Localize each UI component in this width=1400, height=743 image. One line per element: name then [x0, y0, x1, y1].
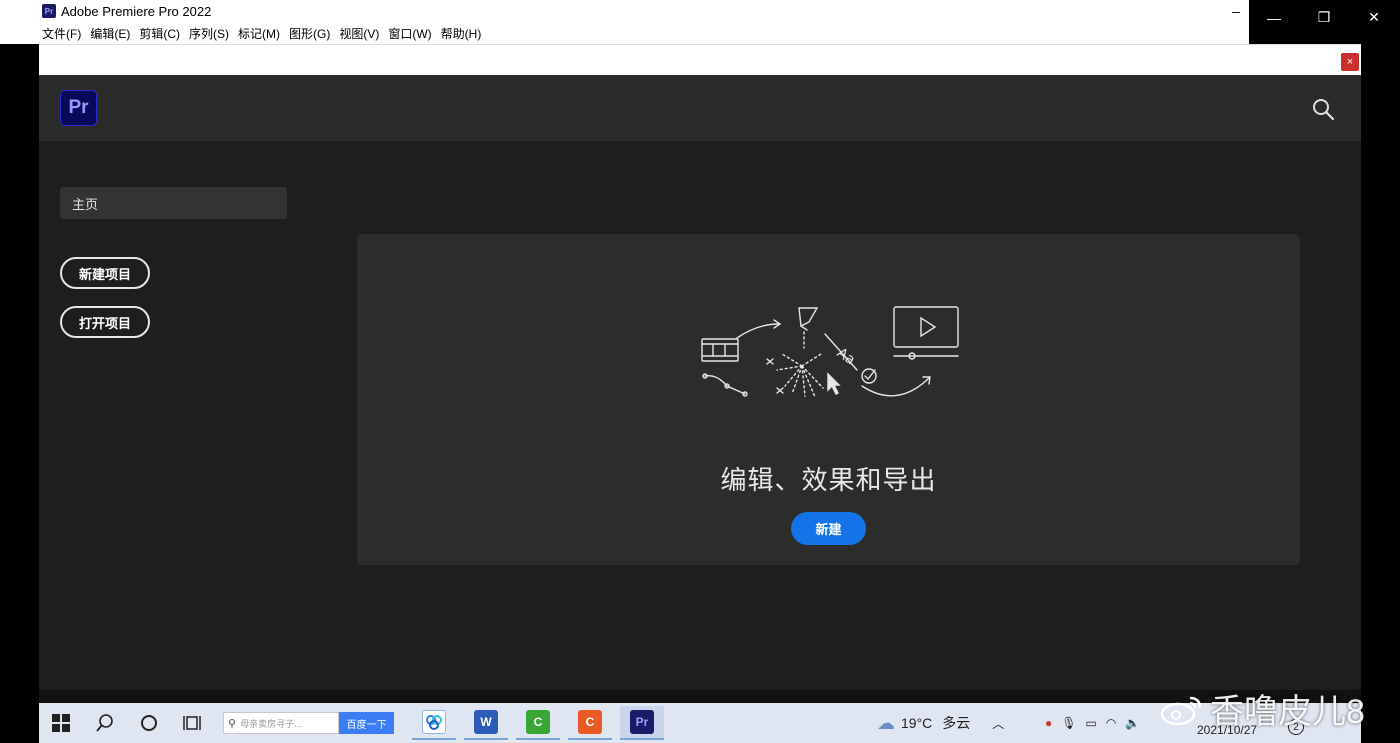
menu-help[interactable]: 帮助(H) [441, 25, 482, 42]
weibo-logo-icon [1160, 696, 1202, 725]
windows-start-icon[interactable] [39, 703, 83, 743]
minimize-button[interactable]: — [1249, 0, 1299, 35]
menu-clip[interactable]: 剪辑(C) [139, 25, 180, 42]
taskbar-camtasia-orange[interactable]: C [568, 706, 612, 740]
notice-strip: × [39, 44, 1361, 75]
weather-temperature: 19°C [901, 715, 933, 731]
c-app-green-icon: C [526, 710, 550, 734]
network-status-icon[interactable]: ● [1045, 716, 1052, 730]
weather-description: 多云 [942, 715, 971, 731]
sidebar-item-home[interactable]: 主页 [60, 187, 287, 219]
new-button[interactable]: 新建 [791, 512, 866, 545]
open-project-button[interactable]: 打开项目 [60, 306, 150, 338]
close-button[interactable]: ✕ [1349, 0, 1399, 35]
wifi-icon[interactable]: ◠ [1106, 716, 1116, 730]
magnifier-icon: ⚲ [228, 717, 237, 730]
microphone-icon[interactable]: 🎙 [1061, 716, 1076, 730]
cortana-icon[interactable] [127, 703, 171, 743]
menu-bar: 文件(F) 编辑(E) 剪辑(C) 序列(S) 标记(M) 图形(G) 视图(V… [0, 22, 1249, 44]
strip-close-button[interactable]: × [1341, 53, 1359, 71]
menu-edit[interactable]: 编辑(E) [90, 25, 130, 42]
title-bar: Pr Adobe Premiere Pro 2022 – [0, 0, 1249, 22]
restore-button[interactable]: ❐ [1299, 0, 1349, 35]
volume-icon[interactable]: 🔈 [1125, 716, 1140, 730]
taskbar-camtasia-green[interactable]: C [516, 706, 560, 740]
cloud-app-icon [422, 710, 446, 734]
menu-markers[interactable]: 标记(M) [238, 25, 280, 42]
card-heading: 编辑、效果和导出 [720, 465, 937, 495]
word-icon: W [474, 710, 498, 734]
watermark-text: 香噜皮儿8 [1210, 693, 1365, 731]
c-app-orange-icon: C [578, 710, 602, 734]
window-controls: — ❐ ✕ [1249, 0, 1400, 35]
home-screen: Pr 主页 新建项目 打开项目 Aa 编辑、效果和导出 新建 [39, 75, 1361, 703]
taskbar-word[interactable]: W [464, 706, 508, 740]
taskbar-baidu-netdisk[interactable] [412, 706, 456, 740]
cloud-icon: ☁ [877, 712, 895, 733]
menu-window[interactable]: 窗口(W) [388, 25, 431, 42]
task-view-icon[interactable] [171, 703, 215, 743]
premiere-taskbar-icon: Pr [630, 710, 654, 734]
system-tray: ● 🎙 ▭ ◠ 🔈 [1045, 703, 1140, 743]
editing-illustration: Aa [701, 306, 959, 398]
get-started-card: Aa 编辑、效果和导出 新建 [357, 234, 1300, 565]
menu-sequence[interactable]: 序列(S) [189, 25, 229, 42]
menu-file[interactable]: 文件(F) [42, 25, 81, 42]
search-icon[interactable] [1311, 97, 1335, 121]
battery-icon[interactable]: ▭ [1085, 716, 1096, 730]
menu-graphics[interactable]: 图形(G) [289, 25, 330, 42]
title-minimize-glyph[interactable]: – [1232, 3, 1240, 19]
taskbar-search-icon[interactable] [83, 703, 127, 743]
baidu-search-input[interactable]: ⚲ 母亲卖房寻子... [223, 712, 339, 734]
weibo-watermark: 香噜皮儿8 [1160, 684, 1365, 733]
baidu-search-button[interactable]: 百度一下 [339, 712, 394, 734]
app-header: Pr [39, 75, 1361, 141]
menu-view[interactable]: 视图(V) [339, 25, 379, 42]
window-title: Adobe Premiere Pro 2022 [61, 3, 212, 19]
new-project-button[interactable]: 新建项目 [60, 257, 150, 289]
baidu-search-placeholder: 母亲卖房寻子... [240, 718, 302, 729]
weather-widget[interactable]: ☁ 19°C 多云 ︿ [877, 703, 1004, 743]
premiere-app-icon: Pr [42, 4, 56, 18]
taskbar-premiere[interactable]: Pr [620, 706, 664, 740]
chevron-up-icon[interactable]: ︿ [992, 715, 1004, 732]
premiere-logo: Pr [60, 90, 97, 126]
